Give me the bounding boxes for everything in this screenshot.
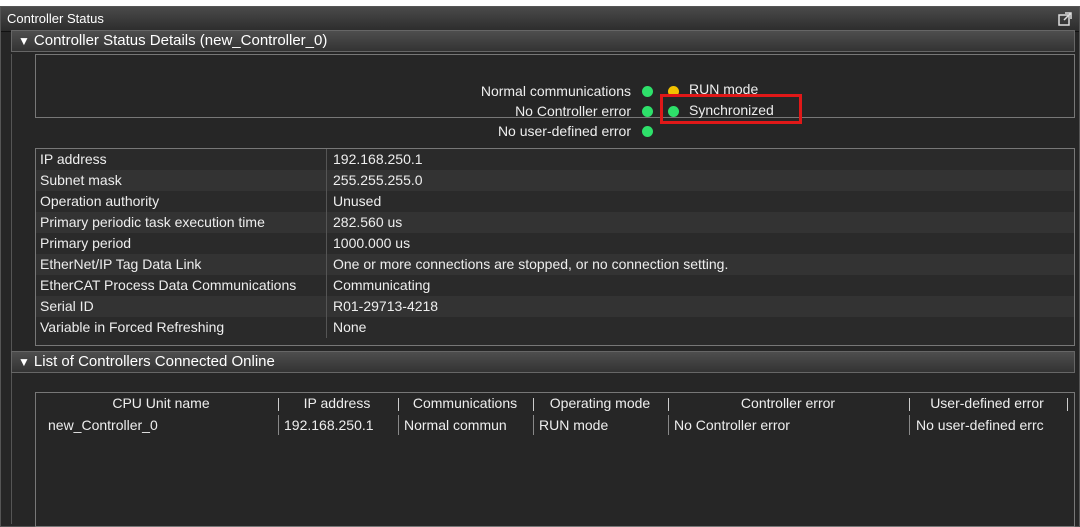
panel-title: Controller Status [7, 11, 104, 26]
cell-divider [909, 415, 910, 435]
property-value: Communicating [333, 277, 431, 293]
column-header-ip[interactable]: IP address [280, 395, 394, 415]
property-key: Primary periodic task execution time [40, 214, 265, 230]
property-row: EtherNet/IP Tag Data Link One or more con… [36, 254, 1074, 275]
controller-error-lamp-icon [642, 106, 653, 117]
column-divider[interactable] [909, 398, 910, 411]
property-key: Subnet mask [40, 172, 122, 188]
communications-lamp-icon [642, 86, 653, 97]
column-divider [326, 317, 327, 338]
column-divider [326, 149, 327, 170]
property-value: 192.168.250.1 [333, 151, 423, 167]
cell-cpu-unit: new_Controller_0 [48, 417, 158, 433]
column-divider[interactable] [1067, 398, 1068, 411]
popout-icon[interactable] [1057, 11, 1073, 27]
cell-divider [668, 415, 669, 435]
property-key: Primary period [40, 235, 132, 251]
column-divider [326, 170, 327, 191]
column-divider [326, 191, 327, 212]
cell-divider [398, 415, 399, 435]
property-key: Operation authority [40, 193, 160, 209]
collapse-triangle-icon[interactable]: ▼ [18, 355, 30, 369]
synchronized-highlight-box [660, 94, 802, 124]
column-divider[interactable] [278, 398, 279, 411]
property-row: Primary period 1000.000 us [36, 233, 1074, 254]
property-value: Unused [333, 193, 382, 209]
column-header-cpu-unit[interactable]: CPU Unit name [46, 395, 276, 415]
property-value: 282.560 us [333, 214, 403, 230]
column-header-controller-error[interactable]: Controller error [670, 395, 906, 415]
property-row: Primary periodic task execution time 282.… [36, 212, 1074, 233]
column-header-operating-mode[interactable]: Operating mode [535, 395, 665, 415]
property-row: IP address 192.168.250.1 [36, 149, 1074, 170]
property-value: 1000.000 us [333, 235, 411, 251]
user-error-lamp-icon [642, 126, 653, 137]
property-row: Operation authority Unused [36, 191, 1074, 212]
column-divider[interactable] [398, 398, 399, 411]
online-controllers-header[interactable]: ▼ List of Controllers Connected Online [11, 351, 1075, 373]
property-row: EtherCAT Process Data Communications Comm… [36, 275, 1074, 296]
lamp-row-communications: Normal communications [381, 82, 631, 102]
cell-controller-error: No Controller error [674, 417, 790, 433]
column-divider [326, 254, 327, 275]
lamp-label: Normal communications [480, 83, 631, 99]
column-divider[interactable] [533, 398, 534, 411]
properties-table: IP address 192.168.250.1 Subnet mask 255.2… [35, 148, 1075, 346]
property-row: Variable in Forced Refreshing None [36, 317, 1074, 338]
lamp-label: No Controller error [515, 103, 631, 119]
column-header-user-error[interactable]: User-defined error [912, 395, 1062, 415]
lamp-row-user-error: No user-defined error [381, 122, 631, 142]
column-divider [326, 296, 327, 317]
collapse-triangle-icon[interactable]: ▼ [18, 34, 30, 48]
column-divider [326, 233, 327, 254]
property-key: Serial ID [40, 298, 94, 314]
property-key: Variable in Forced Refreshing [40, 319, 225, 335]
controller-status-panel: Controller Status ▼ Controller Status Det… [0, 6, 1080, 527]
column-divider[interactable] [668, 398, 669, 411]
cell-user-error: No user-defined errc [916, 417, 1044, 433]
cell-operating-mode: RUN mode [539, 417, 609, 433]
cell-divider [278, 415, 279, 435]
property-key: EtherCAT Process Data Communications [40, 277, 297, 293]
property-key: IP address [40, 151, 107, 167]
property-value: R01-29713-4218 [333, 298, 439, 314]
property-row: Serial ID R01-29713-4218 [36, 296, 1074, 317]
column-header-communications[interactable]: Communications [400, 395, 530, 415]
column-divider [326, 212, 327, 233]
online-controllers-title: List of Controllers Connected Online [33, 353, 275, 370]
online-controllers-grid: CPU Unit name IP address Communications … [35, 392, 1075, 527]
cell-divider [533, 415, 534, 435]
lamp-label: No user-defined error [497, 123, 631, 139]
cell-ip: 192.168.250.1 [284, 417, 374, 433]
property-value: None [333, 319, 367, 335]
tree-guide [11, 54, 12, 524]
panel-titlebar: Controller Status [1, 7, 1079, 32]
status-details-header[interactable]: ▼ Controller Status Details (new_Controll… [11, 30, 1075, 52]
property-value: One or more connections are stopped, or … [333, 256, 729, 272]
property-key: EtherNet/IP Tag Data Link [40, 256, 202, 272]
property-value: 255.255.255.0 [333, 172, 423, 188]
cell-communications: Normal commun [404, 417, 507, 433]
status-details-title: Controller Status Details (new_Controlle… [33, 32, 328, 49]
lamp-row-controller-error: No Controller error [381, 102, 631, 122]
column-divider [326, 275, 327, 296]
property-row: Subnet mask 255.255.255.0 [36, 170, 1074, 191]
